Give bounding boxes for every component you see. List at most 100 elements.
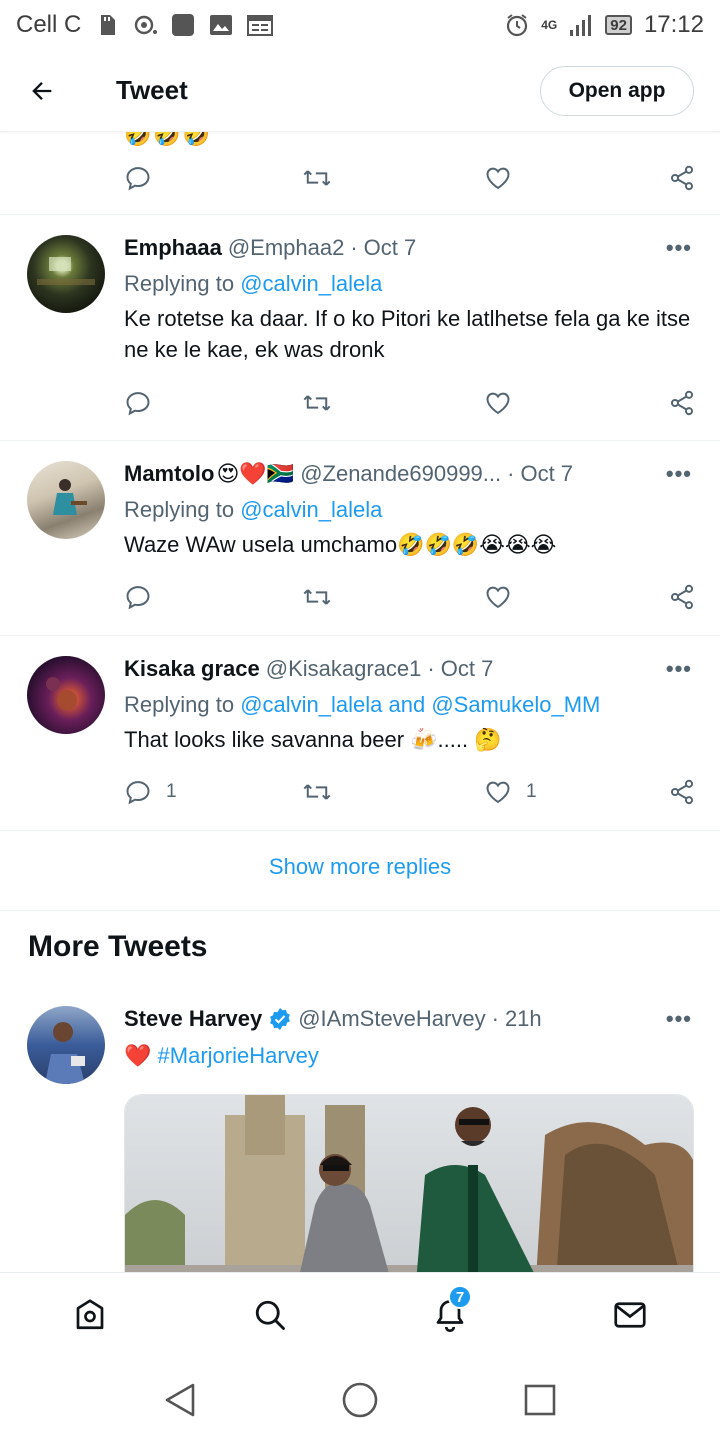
- more-options-button[interactable]: •••: [666, 656, 692, 682]
- author-handle[interactable]: @IAmSteveHarvey: [298, 1006, 485, 1032]
- tweet-actions: [124, 383, 696, 423]
- hashtag-link[interactable]: #MarjorieHarvey: [158, 1043, 319, 1068]
- reply-count: 1: [166, 781, 177, 802]
- retweet-button[interactable]: [302, 778, 332, 806]
- share-icon: [670, 165, 694, 191]
- more-options-button[interactable]: •••: [666, 1006, 692, 1032]
- tweet-header: Steve Harvey @IAmSteveHarvey · 21h: [124, 1006, 696, 1032]
- share-icon: [670, 779, 694, 805]
- reply-icon: [126, 781, 150, 805]
- notifications-tab[interactable]: 7: [430, 1285, 472, 1335]
- tweet-time[interactable]: Oct 7: [520, 461, 573, 487]
- author-handle[interactable]: @Emphaa2: [228, 235, 345, 261]
- tweet-thread: 🤣🤣🤣 Emphaaa @Emphaa2 · Oct 7 ••• Replyin…: [0, 132, 720, 1272]
- author-handle[interactable]: @Kisakagrace1: [266, 656, 422, 682]
- author-name[interactable]: Steve Harvey: [124, 1006, 262, 1032]
- tweet-text: ❤️ #MarjorieHarvey: [124, 1040, 696, 1071]
- like-button[interactable]: [484, 389, 512, 417]
- envelope-icon: [614, 1302, 646, 1328]
- author-name[interactable]: Emphaaa: [124, 235, 222, 261]
- tweet-text: Waze WAw usela umchamo🤣🤣🤣😭😭😭: [124, 532, 557, 557]
- retweet-icon: [303, 170, 331, 186]
- replying-to-prefix: Replying to: [124, 692, 235, 717]
- author-handle[interactable]: @Zenande690999...: [300, 461, 501, 487]
- tweet-photo[interactable]: [124, 1094, 694, 1272]
- search-tab[interactable]: [250, 1295, 290, 1335]
- reply-tweet[interactable]: Kisaka grace @Kisakagrace1 · Oct 7 ••• R…: [0, 636, 720, 830]
- tweet-time[interactable]: 21h: [505, 1006, 542, 1032]
- heart-icon: [486, 167, 510, 190]
- author-name-emoji: 😍❤️🇿🇦: [216, 461, 295, 486]
- tweet-header: Emphaaa @Emphaa2 · Oct 7: [124, 235, 696, 261]
- mention-link[interactable]: @calvin_lalela: [240, 497, 382, 522]
- share-button[interactable]: [668, 164, 696, 192]
- search-icon: [255, 1300, 285, 1330]
- reply-button[interactable]: 1: [124, 778, 177, 806]
- hotspot-icon: [133, 13, 158, 37]
- open-app-button[interactable]: Open app: [540, 65, 694, 116]
- tweet-actions: [124, 158, 696, 198]
- verified-badge-icon: [268, 1007, 292, 1031]
- home-tab[interactable]: [70, 1295, 110, 1335]
- like-button[interactable]: 1: [484, 778, 537, 806]
- heart-emoji: ❤️: [124, 1043, 152, 1068]
- reply-button[interactable]: [124, 583, 152, 611]
- page-title: Tweet: [116, 75, 188, 105]
- notification-count-badge: 7: [448, 1285, 472, 1309]
- reply-button[interactable]: [124, 389, 152, 417]
- like-button[interactable]: [484, 164, 512, 192]
- tweet-time[interactable]: Oct 7: [441, 656, 494, 682]
- heart-icon: [486, 392, 510, 415]
- circle-home-icon: [342, 1382, 378, 1418]
- system-recents-button[interactable]: [520, 1380, 560, 1420]
- heart-icon: [486, 586, 510, 609]
- home-icon: [76, 1299, 104, 1330]
- author-name[interactable]: Kisaka grace: [124, 656, 260, 682]
- more-tweet[interactable]: Steve Harvey @IAmSteveHarvey · 21h ••• ❤…: [0, 992, 720, 1272]
- like-count: 1: [526, 781, 537, 802]
- replying-to: Replying to @calvin_lalela: [124, 497, 382, 523]
- system-back-button[interactable]: [160, 1380, 200, 1420]
- system-home-button[interactable]: [340, 1380, 380, 1420]
- more-options-button[interactable]: •••: [666, 235, 692, 261]
- retweet-button[interactable]: [302, 164, 332, 192]
- reply-tweet[interactable]: Mamtolo 😍❤️🇿🇦 @Zenande690999... · Oct 7 …: [0, 441, 720, 635]
- avatar[interactable]: [27, 235, 105, 313]
- divider: [0, 910, 720, 911]
- avatar[interactable]: [27, 656, 105, 734]
- reply-tweet[interactable]: Emphaaa @Emphaa2 · Oct 7 ••• Replying to…: [0, 215, 720, 440]
- retweet-icon: [303, 395, 331, 411]
- reply-button[interactable]: [124, 164, 152, 192]
- partial-tweet-emoji: 🤣🤣🤣: [124, 132, 213, 147]
- tweet-header: Kisaka grace @Kisakagrace1 · Oct 7: [124, 656, 696, 682]
- share-button[interactable]: [668, 583, 696, 611]
- more-tweets-heading: More Tweets: [28, 930, 208, 963]
- mention-link[interactable]: @calvin_lalela: [240, 271, 382, 296]
- tweet-actions: [124, 577, 696, 617]
- back-button[interactable]: [0, 50, 84, 132]
- share-icon: [670, 584, 694, 610]
- alarm-icon: [505, 13, 529, 37]
- mention-link[interactable]: @calvin_lalela and @Samukelo_MM: [240, 692, 600, 717]
- avatar[interactable]: [27, 1006, 105, 1084]
- square-recents-icon: [524, 1384, 556, 1416]
- retweet-button[interactable]: [302, 389, 332, 417]
- author-name[interactable]: Mamtolo: [124, 461, 214, 487]
- avatar[interactable]: [27, 461, 105, 539]
- status-bar: Cell C 4G 92 17:12: [0, 0, 720, 50]
- retweet-button[interactable]: [302, 583, 332, 611]
- separator-dot: ·: [427, 656, 435, 681]
- messages-tab[interactable]: [610, 1295, 650, 1335]
- more-options-button[interactable]: •••: [666, 461, 692, 487]
- like-button[interactable]: [484, 583, 512, 611]
- sd-card-icon: [95, 13, 119, 37]
- battery-indicator: 92: [605, 15, 632, 35]
- separator-dot: ·: [507, 461, 515, 486]
- replying-to: Replying to @calvin_lalela and @Samukelo…: [124, 692, 600, 718]
- share-button[interactable]: [668, 389, 696, 417]
- share-button[interactable]: [668, 778, 696, 806]
- tweet-time[interactable]: Oct 7: [364, 235, 417, 261]
- reply-icon: [126, 167, 150, 191]
- separator-dot: ·: [350, 235, 358, 260]
- show-more-replies-link[interactable]: Show more replies: [0, 854, 720, 880]
